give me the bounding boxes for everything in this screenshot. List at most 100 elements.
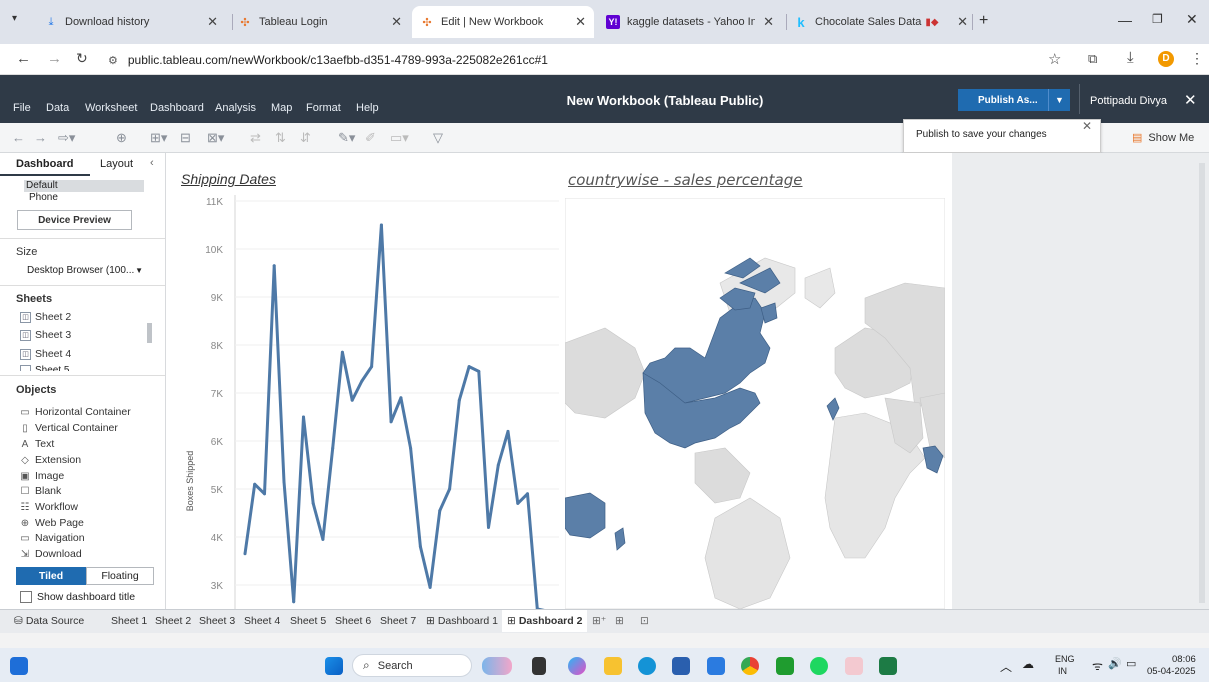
data-point[interactable] [457, 398, 461, 402]
spotify-icon[interactable] [810, 657, 828, 675]
data-point[interactable] [350, 398, 354, 402]
bookmark-star-icon[interactable]: ☆ [1048, 50, 1061, 68]
lang-top[interactable]: ENG [1055, 654, 1075, 664]
data-point[interactable] [302, 415, 305, 419]
data-point[interactable] [418, 545, 422, 549]
volume-icon[interactable]: 🔊 [1108, 657, 1122, 670]
user-name[interactable]: Pottipadu Divya [1090, 95, 1167, 107]
tab-dashboard-1[interactable]: ⊞ Dashboard 1 [426, 615, 498, 627]
duplicate-icon[interactable]: ⊟ [180, 130, 191, 146]
browser-tab-yahoo[interactable]: Y! kaggle datasets - Yahoo India S ✕ [598, 6, 782, 38]
data-point[interactable] [409, 446, 413, 450]
tooltip-close-icon[interactable]: ✕ [1082, 119, 1092, 133]
data-point[interactable] [243, 552, 247, 556]
tooltip-icon[interactable]: ▽ [433, 130, 443, 146]
show-title-checkbox[interactable] [20, 591, 32, 603]
floating-button[interactable]: Floating [86, 567, 154, 585]
new-data-source-icon[interactable]: ⊕ [116, 130, 127, 146]
object-extension[interactable]: ◇ Extension [18, 454, 81, 466]
close-tab-icon[interactable]: ✕ [957, 14, 968, 30]
sheet-item[interactable]: ◫ Sheet 4 [20, 348, 71, 360]
tab-sheet-1[interactable]: Sheet 1 [111, 615, 147, 627]
tiled-button[interactable]: Tiled [16, 567, 86, 585]
tab-data-source[interactable]: ⛁ Data Source [14, 615, 84, 627]
start-icon[interactable] [325, 657, 343, 675]
taskbar-search[interactable]: ⌕ Search [352, 654, 472, 677]
object-blank[interactable]: ☐ Blank [18, 485, 62, 497]
data-point[interactable] [311, 501, 315, 505]
profile-avatar[interactable]: D [1158, 51, 1174, 67]
tab-search-chevron-icon[interactable]: ▾ [12, 13, 17, 24]
object-download[interactable]: ⇲ Download [18, 548, 82, 560]
data-point[interactable] [506, 429, 510, 433]
tab-sheet-3[interactable]: Sheet 3 [199, 615, 235, 627]
vertical-scrollbar[interactable] [1199, 163, 1205, 603]
device-preview-button[interactable]: Device Preview [17, 210, 132, 230]
data-point[interactable] [272, 264, 276, 268]
new-worksheet-tab-icon[interactable]: ⊞⁺ [592, 615, 606, 627]
sheet-item[interactable]: ◫ Sheet 3 [20, 329, 71, 341]
browser-tab-download-history[interactable]: ⤓ Download history ✕ [36, 6, 226, 38]
app-arrow-icon[interactable] [845, 657, 863, 675]
copilot-icon[interactable] [482, 657, 512, 675]
downloads-icon[interactable]: ⤓ [1127, 49, 1134, 66]
restore-icon[interactable]: ❐ [1152, 12, 1163, 26]
device-default[interactable]: Default [24, 180, 144, 192]
object-vertical-container[interactable]: ▯ Vertical Container [18, 422, 118, 434]
redo-icon[interactable]: → [34, 130, 47, 145]
tab-layout[interactable]: Layout [100, 158, 133, 170]
browser-tab-tableau-login[interactable]: ✣ Tableau Login ✕ [230, 6, 410, 38]
close-editor-icon[interactable]: ✕ [1184, 91, 1197, 109]
battery-icon[interactable]: ▭ [1126, 657, 1136, 670]
back-icon[interactable]: ← [16, 50, 31, 67]
size-dropdown[interactable]: Desktop Browser (100... ▼ [27, 263, 143, 277]
task-view-icon[interactable] [532, 657, 546, 675]
chrome-icon[interactable] [741, 657, 759, 675]
photos-icon[interactable] [707, 657, 725, 675]
new-tab-button[interactable]: + [979, 12, 988, 30]
tab-sheet-2[interactable]: Sheet 2 [155, 615, 191, 627]
data-point[interactable] [379, 223, 383, 227]
widgets-icon[interactable] [10, 657, 28, 675]
tray-chevron-icon[interactable]: ︿ [1000, 658, 1012, 675]
close-window-icon[interactable]: ✕ [1186, 11, 1198, 28]
object-workflow[interactable]: ☷ Workflow [18, 501, 78, 513]
sheet-item[interactable]: ◫ Sheet 2 [20, 311, 71, 323]
data-point[interactable] [516, 501, 520, 505]
new-dashboard-tab-icon[interactable]: ⊞ [615, 615, 624, 627]
sort-asc-icon[interactable]: ⇅ [275, 130, 286, 146]
sort-desc-icon[interactable]: ⇵ [300, 130, 311, 146]
data-point[interactable] [477, 369, 481, 373]
copilot-app-icon[interactable] [568, 657, 586, 675]
clock-date[interactable]: 05-04-2025 [1147, 666, 1196, 677]
sheet-item[interactable]: Sheet 5 [20, 365, 69, 371]
tab-dashboard-2[interactable]: ⊞ Dashboard 2 [502, 610, 588, 632]
data-point[interactable] [496, 463, 500, 467]
tab-sheet-5[interactable]: Sheet 5 [290, 615, 326, 627]
site-settings-icon[interactable]: ⚙ [108, 54, 118, 67]
publish-dropdown-icon[interactable]: ▼ [1048, 89, 1070, 111]
reload-icon[interactable]: ↻ [76, 50, 88, 67]
swap-icon[interactable]: ⇄ [250, 130, 261, 146]
device-phone[interactable]: Phone [29, 192, 58, 203]
minimize-icon[interactable]: — [1118, 12, 1132, 28]
close-tab-icon[interactable]: ✕ [391, 14, 402, 30]
data-point[interactable] [448, 487, 452, 491]
store-icon[interactable] [672, 657, 690, 675]
data-point[interactable] [467, 365, 471, 369]
new-story-tab-icon[interactable]: ⊡ [640, 615, 649, 627]
data-point[interactable] [282, 480, 286, 484]
clear-sheet-icon[interactable]: ⊠▾ [207, 130, 224, 146]
data-point[interactable] [389, 420, 393, 424]
object-web-page[interactable]: ⊕ Web Page [18, 517, 84, 529]
tab-dashboard[interactable]: Dashboard [16, 158, 73, 170]
undo-icon[interactable]: ← [12, 130, 25, 145]
forward-icon[interactable]: → [47, 50, 62, 67]
file-explorer-icon[interactable] [604, 657, 622, 675]
object-text[interactable]: A Text [18, 438, 55, 450]
tab-sheet-7[interactable]: Sheet 7 [380, 615, 416, 627]
object-image[interactable]: ▣ Image [18, 470, 64, 482]
data-point[interactable] [253, 482, 257, 486]
countrywise-sales-map[interactable] [565, 198, 945, 609]
sheets-scrollbar[interactable] [147, 323, 152, 343]
